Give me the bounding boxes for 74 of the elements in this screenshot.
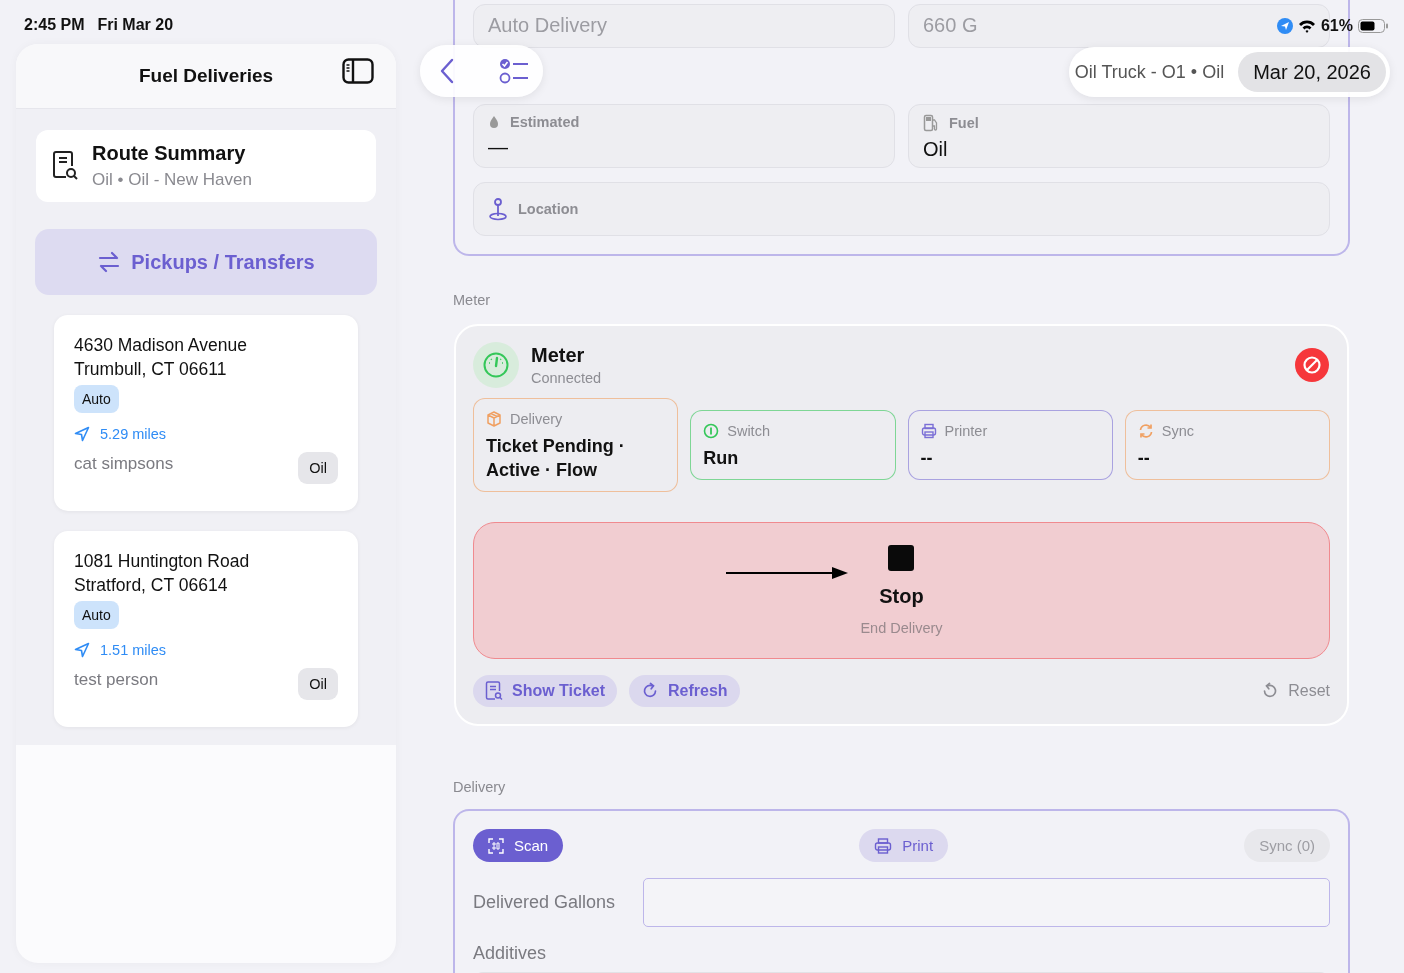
delivery-card[interactable]: 4630 Madison Avenue Trumbull, CT 06611 Auto 5.29 miles cat simpsons Oil [54, 315, 358, 511]
route-summary-title: Route Summary [92, 142, 247, 165]
scan-icon [488, 837, 504, 854]
gallons-input[interactable] [643, 878, 1330, 927]
status-value: -- [1137, 447, 1151, 470]
field-label: Fuel [949, 115, 979, 131]
delivery-address: 1081 Huntington Road Stratford, CT 06614 [74, 550, 250, 597]
fuel-tag: Oil [298, 668, 338, 700]
route-summary-card[interactable]: Route Summary Oil • Oil - New Haven [36, 130, 376, 202]
back-icon[interactable] [439, 58, 455, 84]
field-value: — [488, 136, 508, 159]
drop-icon [488, 115, 500, 129]
status-date: Fri Mar 20 [97, 16, 174, 34]
wifi-icon [1297, 19, 1316, 33]
status-label: Delivery [510, 411, 563, 427]
field-value: Auto Delivery [488, 13, 607, 37]
date-button[interactable]: Mar 20, 2026 [1238, 52, 1386, 92]
printer-icon [874, 837, 893, 854]
sidebar-toggle-icon[interactable] [342, 58, 374, 84]
pickups-transfers-button[interactable]: Pickups / Transfers [35, 229, 377, 295]
battery-percent: 61% [1320, 17, 1353, 35]
section-label: Meter [453, 292, 492, 308]
section-label: Delivery [453, 779, 507, 795]
sync-icon [1137, 423, 1154, 439]
action-button[interactable]: Refresh [629, 675, 740, 707]
sidebar-title: Fuel Deliveries [138, 65, 274, 87]
route-summary-subtitle: Oil • Oil - New Haven [92, 170, 252, 190]
stop-button[interactable]: Stop End Delivery [473, 522, 1330, 659]
meter-title: Meter [531, 344, 586, 367]
status-value: Run [703, 447, 740, 470]
status-time: 2:45 PM [24, 16, 85, 34]
delivery-type-tag: Auto [74, 601, 119, 629]
status-label: Sync [1161, 423, 1194, 439]
box-icon [486, 411, 502, 427]
customer-name: cat simpsons [74, 454, 174, 474]
status-label: Printer [944, 423, 988, 439]
stop-icon [888, 545, 915, 571]
action-button[interactable]: Show Ticket [473, 675, 618, 707]
status-value: -- [920, 447, 934, 470]
delivery-card[interactable]: 1081 Huntington Road Stratford, CT 06614 Auto 1.51 miles test person Oil [54, 531, 358, 727]
checklist-icon[interactable] [499, 57, 529, 85]
arrow-icon [726, 567, 848, 579]
field-label: Location [518, 201, 579, 217]
field-value: Oil [923, 138, 948, 161]
printer-icon [920, 423, 937, 439]
delivery-type-tag: Auto [74, 385, 119, 413]
power-icon [703, 423, 720, 439]
navigation-arrow-icon [74, 426, 90, 442]
gauge-icon [473, 342, 519, 388]
disconnect-icon[interactable] [1295, 348, 1329, 382]
document-search-icon [52, 150, 78, 182]
fuel-pump-icon [923, 114, 939, 132]
form-button[interactable]: Scan [473, 829, 564, 862]
delivery-distance: 5.29 miles [100, 426, 167, 442]
additives-label: Additives [473, 943, 548, 964]
reset-button[interactable]: Reset [1249, 675, 1330, 707]
gallons-label: Delivered Gallons [473, 892, 616, 913]
delivery-distance: 1.51 miles [100, 642, 167, 658]
navigation-arrow-icon [74, 642, 90, 658]
location-pin-icon [488, 197, 508, 221]
delivery-address: 4630 Madison Avenue Trumbull, CT 06611 [74, 334, 247, 381]
customer-name: test person [74, 670, 159, 690]
fuel-tag: Oil [298, 452, 338, 484]
swap-arrows-icon [97, 250, 122, 274]
location-icon [1276, 18, 1293, 34]
battery-icon [1358, 19, 1388, 33]
status-label: Switch [727, 423, 770, 439]
ticket-icon [485, 681, 503, 701]
form-button[interactable]: Print [859, 829, 949, 862]
field-value: 660 G [923, 13, 978, 37]
meter-status: Connected [531, 370, 602, 386]
field-label: Estimated [510, 114, 580, 130]
vehicle-label[interactable]: Oil Truck - O1 • Oil [1074, 61, 1225, 83]
status-value: Ticket Pending · Active · Flow [486, 435, 626, 482]
